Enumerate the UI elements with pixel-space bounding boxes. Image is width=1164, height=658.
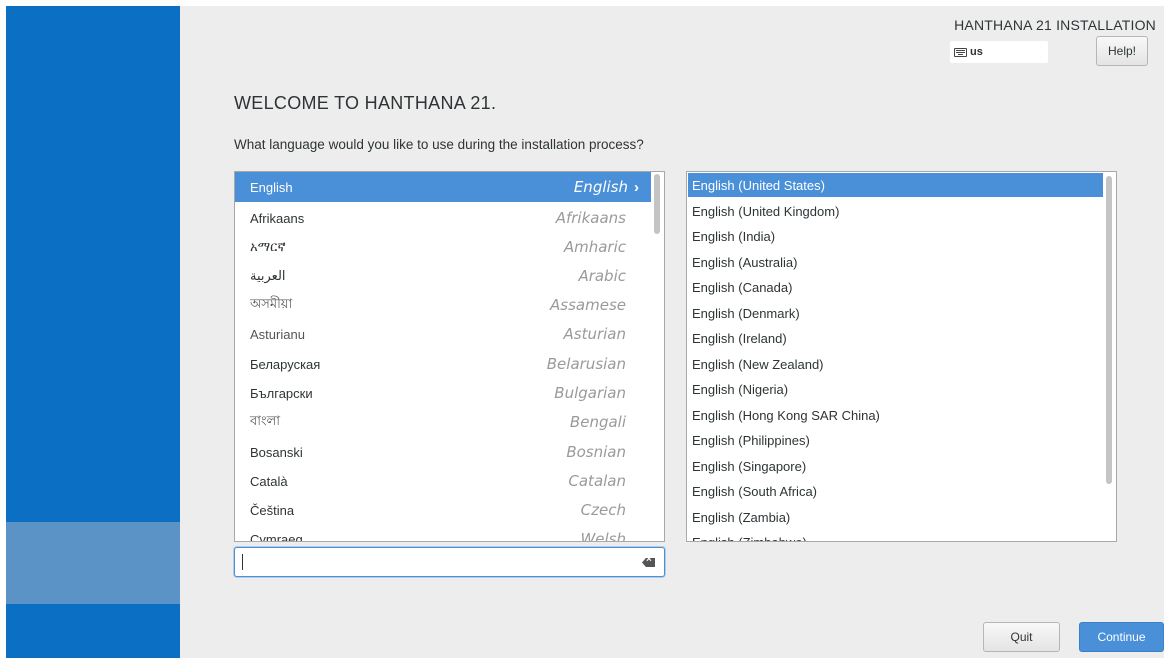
language-english-name: Bulgarian	[554, 384, 626, 402]
language-native-name: Беларуская	[250, 356, 321, 372]
language-native-name: العربية	[250, 268, 286, 283]
language-row[interactable]: Afrikaans Afrikaans	[235, 203, 651, 233]
language-search-input[interactable]	[234, 547, 665, 577]
locale-row[interactable]: English (Canada)	[688, 275, 1103, 299]
sidebar	[6, 6, 180, 658]
language-row[interactable]: বাংলা Bengali	[235, 407, 651, 437]
language-native-name: Cymraeg	[250, 531, 303, 542]
locale-row[interactable]: English (India)	[688, 224, 1103, 248]
keyboard-layout-indicator[interactable]: us	[950, 41, 1048, 63]
language-english-name: Asturian	[563, 325, 627, 343]
language-row[interactable]: Беларуская Belarusian	[235, 349, 651, 379]
language-row[interactable]: Asturianu Asturian	[235, 319, 651, 349]
language-question: What language would you like to use duri…	[234, 137, 644, 152]
language-native-name: English	[250, 179, 293, 195]
language-native-name: বাংলা	[250, 412, 281, 428]
locale-row[interactable]: English (Singapore)	[688, 454, 1103, 478]
locale-row[interactable]: English (Hong Kong SAR China)	[688, 403, 1103, 427]
sidebar-highlight-band	[6, 522, 180, 604]
locale-row[interactable]: English (United Kingdom)	[688, 199, 1103, 223]
locale-row[interactable]: English (Ireland)	[688, 326, 1103, 350]
language-native-name: Български	[250, 385, 313, 401]
language-english-name: Belarusian	[546, 355, 626, 373]
language-list[interactable]: English English › Afrikaans Afrikaans አማ…	[234, 171, 665, 542]
installation-title: HANTHANA 21 INSTALLATION	[954, 17, 1156, 33]
locale-row[interactable]: English (Nigeria)	[688, 377, 1103, 401]
language-english-name: Bengali	[569, 413, 626, 431]
locale-list-scrollbar[interactable]	[1106, 176, 1112, 484]
language-native-name: Asturianu	[250, 326, 305, 342]
language-native-name: Čeština	[250, 502, 295, 518]
clear-icon[interactable]	[642, 558, 655, 567]
chevron-right-icon: ›	[634, 178, 639, 196]
main-panel: HANTHANA 21 INSTALLATION us Help! WELCOM…	[180, 6, 1164, 658]
language-native-name: Català	[250, 473, 288, 489]
keyboard-layout-label: us	[970, 46, 983, 58]
quit-button[interactable]: Quit	[983, 622, 1060, 652]
language-english-name: Amharic	[563, 238, 626, 256]
language-row[interactable]: Bosanski Bosnian	[235, 437, 651, 467]
language-english-name: Bosnian	[566, 443, 626, 461]
language-english-name: Catalan	[568, 472, 626, 490]
language-native-name: Bosanski	[250, 444, 303, 460]
language-row[interactable]: Català Catalan	[235, 466, 651, 496]
language-row[interactable]: አማርኛ Amharic	[235, 232, 651, 262]
help-button[interactable]: Help!	[1096, 36, 1148, 66]
language-row[interactable]: Cymraeg Welsh	[235, 524, 651, 542]
continue-button[interactable]: Continue	[1079, 622, 1164, 652]
text-cursor	[242, 554, 243, 570]
language-english-name: Assamese	[550, 296, 626, 314]
locale-row[interactable]: English (Denmark)	[688, 301, 1103, 325]
language-english-name: Arabic	[578, 267, 626, 285]
locale-row[interactable]: English (United States)	[688, 173, 1103, 197]
keyboard-icon	[954, 47, 967, 57]
language-english-name: English	[573, 178, 628, 196]
welcome-heading: WELCOME TO HANTHANA 21.	[234, 93, 497, 113]
locale-row[interactable]: English (South Africa)	[688, 479, 1103, 503]
locale-row[interactable]: English (Zambia)	[688, 505, 1103, 529]
language-native-name: Afrikaans	[250, 210, 305, 226]
language-english-name: Czech	[580, 501, 626, 519]
locale-row[interactable]: English (Australia)	[688, 250, 1103, 274]
language-row[interactable]: Български Bulgarian	[235, 378, 651, 408]
language-row[interactable]: অসমীয়া Assamese	[235, 290, 651, 320]
locale-row[interactable]: English (Philippines)	[688, 428, 1103, 452]
language-list-scrollbar[interactable]	[654, 174, 660, 234]
language-row[interactable]: Čeština Czech	[235, 495, 651, 525]
language-english-name: Afrikaans	[555, 209, 626, 227]
language-native-name: አማርኛ	[250, 239, 286, 254]
language-native-name: অসমীয়া	[250, 295, 293, 311]
language-row[interactable]: العربية Arabic	[235, 261, 651, 291]
locale-row[interactable]: English (New Zealand)	[688, 352, 1103, 376]
locale-list[interactable]: English (United States) English (United …	[686, 171, 1117, 542]
language-english-name: Welsh	[580, 530, 626, 542]
locale-row[interactable]: English (Zimbabwe)	[688, 530, 1103, 542]
language-row[interactable]: English English ›	[235, 172, 651, 202]
